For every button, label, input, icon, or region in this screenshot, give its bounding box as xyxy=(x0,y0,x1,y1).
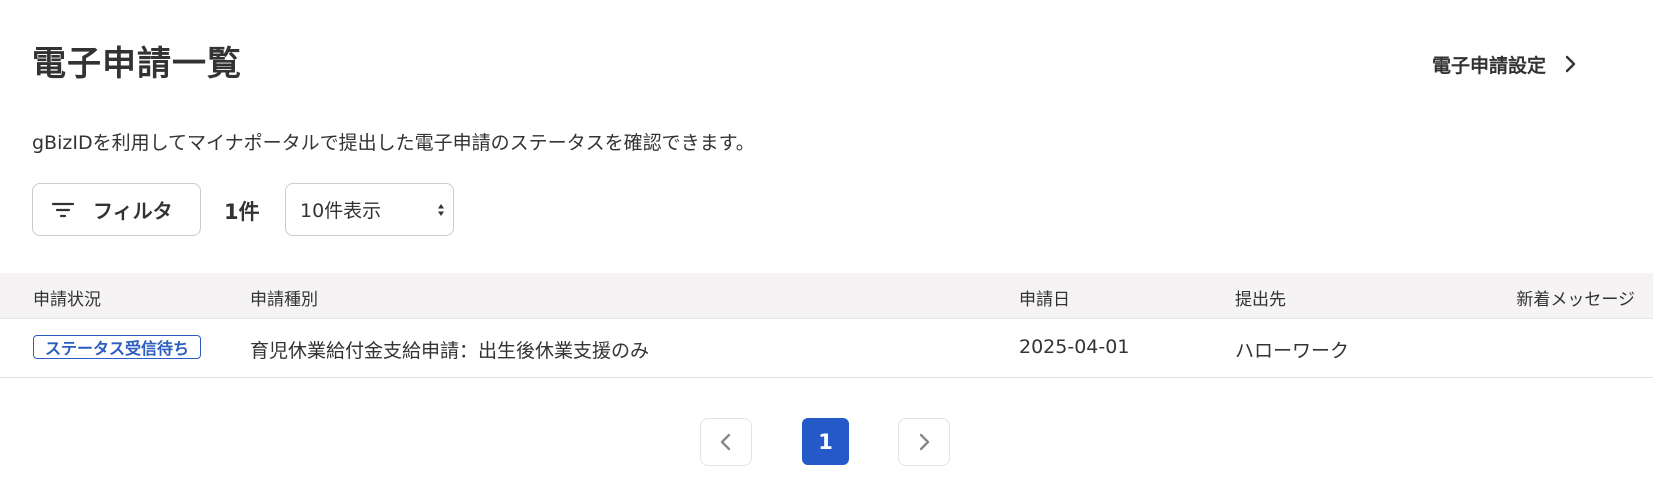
table-header: 申請状況 申請種別 申請日 提出先 新着メッセージ xyxy=(0,273,1653,319)
page-number-current[interactable]: 1 xyxy=(802,418,849,465)
per-page-select[interactable]: 10件表示 xyxy=(285,183,454,236)
filter-icon xyxy=(51,202,75,217)
column-header-new-message: 新着メッセージ xyxy=(1516,290,1635,310)
application-date: 2025-04-01 xyxy=(1019,336,1130,358)
application-type[interactable]: 育児休業給付金支給申請：出生後休業支援のみ xyxy=(250,336,649,363)
column-header-type: 申請種別 xyxy=(250,290,318,310)
filter-button[interactable]: フィルタ xyxy=(32,183,201,236)
table-row[interactable]: ステータス受信待ち 育児休業給付金支給申請：出生後休業支援のみ 2025-04-… xyxy=(0,319,1653,378)
prev-page-button[interactable] xyxy=(700,418,752,466)
column-header-date: 申請日 xyxy=(1019,290,1070,310)
page-title: 電子申請一覧 xyxy=(32,44,242,84)
column-header-destination: 提出先 xyxy=(1235,290,1286,310)
status-badge: ステータス受信待ち xyxy=(33,335,202,359)
chevron-right-icon xyxy=(919,433,930,451)
submission-destination: ハローワーク xyxy=(1235,340,1350,362)
page-description: gBizIDを利用してマイナポータルで提出した電子申請のステータスを確認できます… xyxy=(32,132,755,154)
filter-button-label: フィルタ xyxy=(93,199,173,223)
next-page-button[interactable] xyxy=(898,418,950,466)
result-count: 1件 xyxy=(224,200,260,224)
settings-link-label: 電子申請設定 xyxy=(1432,54,1547,77)
per-page-selected-value: 10件表示 xyxy=(300,200,382,222)
settings-link[interactable]: 電子申請設定 xyxy=(1432,48,1578,80)
chevron-right-icon xyxy=(1565,55,1576,73)
chevron-left-icon xyxy=(720,433,731,451)
sort-caret-icon xyxy=(438,204,444,216)
column-header-status: 申請状況 xyxy=(33,290,101,310)
